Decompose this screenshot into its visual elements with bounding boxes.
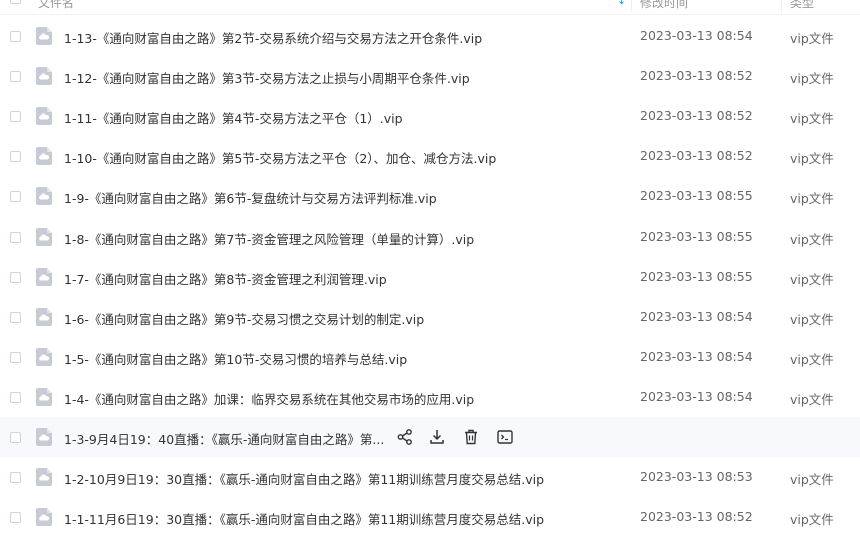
file-icon <box>36 27 52 45</box>
file-type: vip文件 <box>790 472 834 488</box>
file-type: vip文件 <box>790 151 834 167</box>
file-name[interactable]: 1-12-《通向财富自由之路》第3节-交易方法之止损与小周期平仓条件.vip <box>64 68 470 87</box>
file-row[interactable]: 1-9-《通向财富自由之路》第6节-复盘统计与交易方法评判标准.vip 2023-… <box>0 176 860 216</box>
file-icon <box>36 387 52 406</box>
file-row[interactable]: 1-6-《通向财富自由之路》第9节-交易习惯之交易计划的制定.vip 2023-0… <box>0 297 860 337</box>
select-all-checkbox[interactable] <box>10 0 21 4</box>
row-checkbox[interactable] <box>10 311 21 323</box>
file-row[interactable]: 1-8-《通向财富自由之路》第7节-资金管理之风险管理（单量的计算）.vip 20… <box>0 217 860 257</box>
modified-time: 2023-03-13 08:54 <box>640 308 753 324</box>
modified-time: 2023-03-13 08:52 <box>640 108 753 124</box>
delete-icon[interactable] <box>462 428 480 446</box>
file-icon <box>36 307 52 326</box>
file-name[interactable]: 1-11-《通向财富自由之路》第4节-交易方法之平仓（1）.vip <box>64 108 403 127</box>
file-type: vip文件 <box>790 231 834 247</box>
file-icon <box>36 227 52 246</box>
file-row[interactable]: 1-2-10月9日19：30直播：《赢乐-通向财富自由之路》第11期训练营月度交… <box>0 457 860 497</box>
sort-arrow-icon[interactable]: ↓ <box>617 0 626 7</box>
modified-time: 2023-03-13 08:55 <box>640 228 753 244</box>
modified-time: 2023-03-13 08:54 <box>640 348 753 364</box>
file-type: vip文件 <box>790 191 834 207</box>
modified-time: 2023-03-13 08:54 <box>640 28 753 43</box>
file-name[interactable]: 1-13-《通向财富自由之路》第2节-交易系统介绍与交易方法之开仓条件.vip <box>64 28 482 47</box>
modified-time: 2023-03-13 08:52 <box>640 148 753 164</box>
more-icon[interactable] <box>496 428 514 446</box>
file-row[interactable]: 1-10-《通向财富自由之路》第5节-交易方法之平仓（2）、加仓、减仓方法.vi… <box>0 136 860 176</box>
file-name[interactable]: 1-8-《通向财富自由之路》第7节-资金管理之风险管理（单量的计算）.vip <box>64 229 474 248</box>
modified-time: 2023-03-13 08:54 <box>640 388 753 404</box>
file-icon <box>36 67 52 86</box>
modified-time: 2023-03-13 08:53 <box>640 469 753 485</box>
file-row[interactable]: 1-7-《通向财富自由之路》第8节-资金管理之利润管理.vip 2023-03-1… <box>0 257 860 297</box>
file-row[interactable]: 1-3-9月4日19：40直播：《赢乐-通向财富自由之路》第... <box>0 417 860 457</box>
file-list-view: 文件名 ↓ 修改时间 类型 1-13-《通向财富自由之路》第2节-交易系统介绍与… <box>0 0 860 540</box>
modified-time: 2023-03-13 08:52 <box>640 509 753 525</box>
file-name[interactable]: 1-6-《通向财富自由之路》第9节-交易习惯之交易计划的制定.vip <box>64 309 424 328</box>
file-type: vip文件 <box>790 311 834 327</box>
file-icon <box>36 508 52 527</box>
file-icon <box>36 267 52 286</box>
file-name[interactable]: 1-2-10月9日19：30直播：《赢乐-通向财富自由之路》第11期训练营月度交… <box>64 469 544 488</box>
file-icon <box>36 468 52 487</box>
file-row[interactable]: 1-1-11月6日19：30直播：《赢乐-通向财富自由之路》第11期训练营月度交… <box>0 497 860 537</box>
file-icon <box>36 147 52 166</box>
download-icon[interactable] <box>428 428 446 446</box>
column-divider[interactable] <box>781 0 782 12</box>
file-name[interactable]: 1-1-11月6日19：30直播：《赢乐-通向财富自由之路》第11期训练营月度交… <box>64 509 544 528</box>
table-header: 文件名 ↓ 修改时间 类型 <box>0 0 860 15</box>
file-type: vip文件 <box>790 71 834 87</box>
file-icon <box>36 428 52 446</box>
row-checkbox[interactable] <box>10 391 21 403</box>
row-checkbox[interactable] <box>10 71 21 83</box>
type-column-header[interactable]: 类型 <box>790 0 814 11</box>
file-row[interactable]: 1-13-《通向财富自由之路》第2节-交易系统介绍与交易方法之开仓条件.vip 2… <box>0 16 860 56</box>
file-type: vip文件 <box>790 391 834 407</box>
file-row[interactable]: 1-11-《通向财富自由之路》第4节-交易方法之平仓（1）.vip 2023-03… <box>0 96 860 136</box>
file-row[interactable]: 1-12-《通向财富自由之路》第3节-交易方法之止损与小周期平仓条件.vip 20… <box>0 56 860 96</box>
row-checkbox[interactable] <box>10 191 21 203</box>
file-icon <box>36 347 52 366</box>
modified-time: 2023-03-13 08:55 <box>640 188 753 204</box>
column-divider[interactable] <box>631 0 632 12</box>
modified-time: 2023-03-13 08:55 <box>640 268 753 284</box>
row-checkbox[interactable] <box>10 351 21 363</box>
file-name[interactable]: 1-4-《通向财富自由之路》加课：临界交易系统在其他交易市场的应用.vip <box>64 389 474 408</box>
file-type: vip文件 <box>790 31 834 46</box>
row-checkbox[interactable] <box>10 472 21 484</box>
modified-time: 2023-03-13 08:52 <box>640 68 753 84</box>
share-icon[interactable] <box>396 428 414 446</box>
file-name[interactable]: 1-10-《通向财富自由之路》第5节-交易方法之平仓（2）、加仓、减仓方法.vi… <box>64 148 496 167</box>
file-type: vip文件 <box>790 271 834 287</box>
row-checkbox[interactable] <box>10 231 21 243</box>
file-name[interactable]: 1-5-《通向财富自由之路》第10节-交易习惯的培养与总结.vip <box>64 349 407 368</box>
file-icon <box>36 107 52 126</box>
name-column-header[interactable]: 文件名 <box>38 0 74 11</box>
file-name[interactable]: 1-7-《通向财富自由之路》第8节-资金管理之利润管理.vip <box>64 269 387 288</box>
file-type: vip文件 <box>790 351 834 367</box>
file-row[interactable]: 1-4-《通向财富自由之路》加课：临界交易系统在其他交易市场的应用.vip 202… <box>0 377 860 417</box>
time-column-header[interactable]: 修改时间 <box>640 0 688 11</box>
row-checkbox[interactable] <box>10 271 21 283</box>
row-checkbox[interactable] <box>10 111 21 123</box>
row-checkbox[interactable] <box>10 151 21 163</box>
row-checkbox[interactable] <box>10 512 21 524</box>
file-row[interactable]: 1-5-《通向财富自由之路》第10节-交易习惯的培养与总结.vip 2023-03… <box>0 337 860 377</box>
file-type: vip文件 <box>790 512 834 528</box>
file-name[interactable]: 1-9-《通向财富自由之路》第6节-复盘统计与交易方法评判标准.vip <box>64 188 437 207</box>
file-icon <box>36 187 52 206</box>
row-checkbox[interactable] <box>10 31 21 42</box>
row-checkbox[interactable] <box>10 432 21 443</box>
file-type: vip文件 <box>790 111 834 127</box>
file-name[interactable]: 1-3-9月4日19：40直播：《赢乐-通向财富自由之路》第... <box>64 429 384 448</box>
